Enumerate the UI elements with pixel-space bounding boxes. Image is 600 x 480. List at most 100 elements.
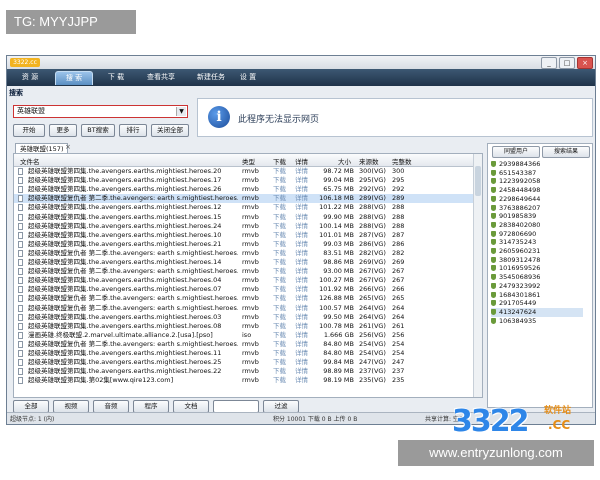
- table-row[interactable]: 超级英雄联盟第四集.the.avengers.earths.mightiest.…: [14, 231, 474, 240]
- col-detail[interactable]: 详情: [295, 156, 308, 166]
- table-row[interactable]: 超级英雄联盟第四集.the.avengers.earths.mightiest.…: [14, 240, 474, 249]
- close-button[interactable]: ×: [577, 57, 593, 69]
- download-link[interactable]: 下载: [273, 222, 286, 231]
- tab-view-share[interactable]: 查看共享: [141, 71, 181, 84]
- col-complete[interactable]: 完整数: [392, 156, 412, 166]
- peer-item[interactable]: 972806690: [491, 230, 536, 239]
- table-row[interactable]: 超级英雄联盟第四集.the.avengers.earths.mightiest.…: [14, 285, 474, 294]
- detail-link[interactable]: 详情: [295, 367, 308, 376]
- peer-item[interactable]: 314735243: [491, 238, 536, 247]
- tab-search[interactable]: 搜 索: [55, 71, 93, 85]
- peer-item[interactable]: 3763886207: [491, 204, 540, 213]
- detail-link[interactable]: 详情: [295, 294, 308, 303]
- detail-link[interactable]: 详情: [295, 376, 308, 385]
- detail-link[interactable]: 详情: [295, 349, 308, 358]
- download-link[interactable]: 下载: [273, 322, 286, 331]
- detail-link[interactable]: 详情: [295, 304, 308, 313]
- peer-item[interactable]: 2838402080: [491, 221, 540, 230]
- search-keyword-select[interactable]: 英雄联盟 ▼: [13, 105, 188, 118]
- download-link[interactable]: 下载: [273, 349, 286, 358]
- download-link[interactable]: 下载: [273, 313, 286, 322]
- table-row[interactable]: 超级英雄联盟第四集.the.avengers.earths.mightiest.…: [14, 185, 474, 194]
- allied-users-button[interactable]: 同盟用户: [492, 146, 540, 158]
- peer-item[interactable]: 1016959526: [491, 264, 540, 273]
- detail-link[interactable]: 详情: [295, 176, 308, 185]
- tab-new-task[interactable]: 新建任务: [191, 71, 231, 84]
- download-link[interactable]: 下载: [273, 367, 286, 376]
- table-row[interactable]: 超级英雄联盟第四集.the.avengers.earths.mightiest.…: [14, 367, 474, 376]
- table-row[interactable]: 超级英雄联盟第四集.the.avengers.earths.mightiest.…: [14, 322, 474, 331]
- search-results-button[interactable]: 搜索结果: [542, 146, 590, 158]
- ranking-button[interactable]: 排行: [119, 124, 147, 137]
- download-link[interactable]: 下载: [273, 176, 286, 185]
- table-row[interactable]: 漫画英雄.终极联盟.2.marvel.ultimate.alliance.2.[…: [14, 331, 474, 340]
- download-link[interactable]: 下载: [273, 358, 286, 367]
- peer-item[interactable]: 3545068936: [491, 273, 540, 282]
- table-row[interactable]: 超级英雄联盟第四集.the.avengers.earths.mightiest.…: [14, 358, 474, 367]
- maximize-button[interactable]: □: [559, 57, 575, 69]
- col-size[interactable]: 大小: [338, 156, 351, 166]
- table-row[interactable]: 超级英雄联盟第四集.the.avengers.earths.mightiest.…: [14, 349, 474, 358]
- peer-item[interactable]: 1223992058: [491, 177, 540, 186]
- close-all-button[interactable]: 关闭全部: [151, 124, 189, 137]
- detail-link[interactable]: 详情: [295, 322, 308, 331]
- vertical-scrollbar[interactable]: [473, 154, 482, 397]
- tab-resources[interactable]: 资 源: [13, 71, 47, 84]
- download-link[interactable]: 下载: [273, 249, 286, 258]
- download-link[interactable]: 下载: [273, 185, 286, 194]
- download-link[interactable]: 下载: [273, 167, 286, 176]
- download-link[interactable]: 下载: [273, 203, 286, 212]
- download-link[interactable]: 下载: [273, 240, 286, 249]
- detail-link[interactable]: 详情: [295, 194, 308, 203]
- detail-link[interactable]: 详情: [295, 313, 308, 322]
- table-row[interactable]: 超级英雄联盟复仇者 第二季.the.avengers: earth s.migh…: [14, 194, 474, 204]
- peer-item[interactable]: 2605960231: [491, 247, 540, 256]
- chevron-down-icon[interactable]: ▼: [176, 107, 186, 116]
- bt-search-button[interactable]: BT搜索: [81, 124, 115, 137]
- detail-link[interactable]: 详情: [295, 222, 308, 231]
- more-button[interactable]: 更多: [49, 124, 77, 137]
- download-link[interactable]: 下载: [273, 276, 286, 285]
- peer-item[interactable]: 2939884366: [491, 160, 540, 169]
- peer-item[interactable]: 2458448498: [491, 186, 540, 195]
- col-filename[interactable]: 文件名: [20, 156, 40, 166]
- download-link[interactable]: 下载: [273, 285, 286, 294]
- tab-download[interactable]: 下 载: [99, 71, 133, 84]
- table-row[interactable]: 超级英雄联盟第四集.the.avengers.earths.mightiest.…: [14, 276, 474, 285]
- table-row[interactable]: 超级英雄联盟第四集.the.avengers.earths.mightiest.…: [14, 313, 474, 322]
- peer-item[interactable]: 106384935: [491, 317, 536, 326]
- table-row[interactable]: 超级英雄联盟第四集.the.avengers.earths.mightiest.…: [14, 213, 474, 222]
- download-link[interactable]: 下载: [273, 194, 286, 203]
- table-row[interactable]: 超级英雄联盟复仇者 第二季.the.avengers: earth s.migh…: [14, 249, 474, 258]
- peer-item[interactable]: 2298649644: [491, 195, 540, 204]
- download-link[interactable]: 下载: [273, 376, 286, 385]
- detail-link[interactable]: 详情: [295, 285, 308, 294]
- tab-settings[interactable]: 设 置: [233, 71, 263, 84]
- table-row[interactable]: 超级英雄联盟复仇者 第二季.the.avengers: earth s.migh…: [14, 267, 474, 276]
- table-row[interactable]: 超级英雄联盟第四集.the.avengers.earths.mightiest.…: [14, 167, 474, 176]
- detail-link[interactable]: 详情: [295, 258, 308, 267]
- detail-link[interactable]: 详情: [295, 167, 308, 176]
- table-row[interactable]: 超级英雄联盟第四集.the.avengers.earths.mightiest.…: [14, 176, 474, 185]
- start-button[interactable]: 开始: [13, 124, 45, 137]
- download-link[interactable]: 下载: [273, 231, 286, 240]
- col-download[interactable]: 下载: [273, 156, 286, 166]
- detail-link[interactable]: 详情: [295, 213, 308, 222]
- detail-link[interactable]: 详情: [295, 358, 308, 367]
- scrollbar-thumb[interactable]: [475, 166, 481, 196]
- peer-item[interactable]: 1684301861: [491, 291, 540, 300]
- download-link[interactable]: 下载: [273, 213, 286, 222]
- table-row[interactable]: 超级英雄联盟复仇者 第二季.the.avengers: earth s.migh…: [14, 340, 474, 349]
- minimize-button[interactable]: _: [541, 57, 557, 69]
- download-link[interactable]: 下载: [273, 294, 286, 303]
- detail-link[interactable]: 详情: [295, 276, 308, 285]
- table-row[interactable]: 超级英雄联盟第四集.the.avengers.earths.mightiest.…: [14, 203, 474, 212]
- detail-link[interactable]: 详情: [295, 267, 308, 276]
- peer-item[interactable]: 291705449: [491, 299, 536, 308]
- peer-item[interactable]: 3809312478: [491, 256, 540, 265]
- table-row[interactable]: 超级英雄联盟第四集.the.avengers.earths.mightiest.…: [14, 258, 474, 267]
- close-icon[interactable]: ×: [65, 143, 71, 151]
- detail-link[interactable]: 详情: [295, 240, 308, 249]
- table-row[interactable]: 超级英雄联盟第四集.the.avengers.earths.mightiest.…: [14, 222, 474, 231]
- detail-link[interactable]: 详情: [295, 203, 308, 212]
